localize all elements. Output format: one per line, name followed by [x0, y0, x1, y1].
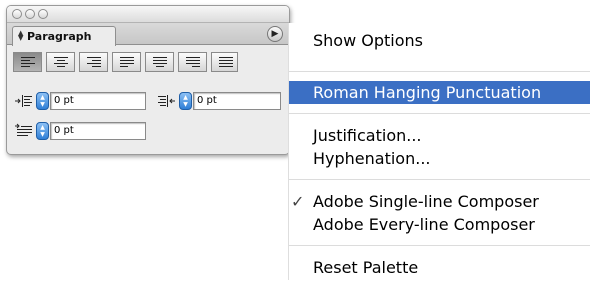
align-right-button[interactable] — [79, 52, 108, 72]
align-right-icon — [87, 57, 101, 67]
paragraph-palette: ▲ ▼ Paragraph ▶ ▲ ▼ 0 pt ▲ ▼ 0 pt ▲ ▼ 0 … — [6, 5, 290, 155]
menu-item-hyphenation[interactable]: Hyphenation... — [289, 147, 590, 170]
tab-paragraph-label: Paragraph — [27, 30, 92, 43]
menu-separator — [289, 245, 590, 246]
right-indent-icon — [158, 95, 175, 107]
justify-all-button[interactable] — [211, 52, 238, 72]
menu-item-reset-palette[interactable]: Reset Palette — [289, 256, 590, 279]
palette-menu-button[interactable]: ▶ — [267, 26, 283, 42]
menu-item-every-line-composer[interactable]: Adobe Every-line Composer — [289, 213, 590, 236]
menu-item-show-options[interactable]: Show Options — [289, 29, 590, 52]
justify-last-right-button[interactable] — [178, 52, 207, 72]
checkmark-icon: ✓ — [291, 192, 305, 211]
menu-item-single-line-composer[interactable]: ✓ Adobe Single-line Composer — [289, 190, 590, 213]
justify-last-center-button[interactable] — [145, 52, 174, 72]
menu-separator — [289, 113, 590, 114]
justify-last-right-icon — [186, 57, 200, 67]
first-line-indent-stepper[interactable]: ▲ ▼ — [36, 122, 49, 140]
menu-item-justification[interactable]: Justification... — [289, 124, 590, 147]
first-line-indent-field[interactable]: 0 pt — [50, 122, 146, 140]
zoom-window-button[interactable] — [38, 9, 48, 19]
justify-last-center-icon — [153, 57, 167, 67]
indent-row-2: ▲ ▼ 0 pt — [15, 121, 155, 141]
align-center-button[interactable] — [46, 52, 75, 72]
right-indent-stepper[interactable]: ▲ ▼ — [179, 92, 192, 110]
menu-separator — [289, 179, 590, 180]
palette-menu-arrow-icon: ▶ — [271, 29, 279, 39]
align-left-button[interactable] — [13, 52, 42, 72]
up-down-arrows-icon: ▲ ▼ — [18, 29, 24, 42]
close-window-button[interactable] — [12, 9, 22, 19]
justify-all-icon — [219, 57, 233, 67]
single-line-composer-label: Adobe Single-line Composer — [313, 192, 539, 211]
justify-last-left-icon — [120, 57, 134, 67]
right-indent-field[interactable]: 0 pt — [193, 92, 281, 110]
justify-last-left-button[interactable] — [112, 52, 141, 72]
left-indent-stepper[interactable]: ▲ ▼ — [36, 92, 49, 110]
tab-paragraph[interactable]: ▲ ▼ Paragraph — [12, 26, 116, 46]
align-left-icon — [21, 57, 35, 67]
indent-row-1: ▲ ▼ 0 pt ▲ ▼ 0 pt — [15, 91, 285, 111]
menu-item-roman-hanging-punctuation[interactable]: Roman Hanging Punctuation — [289, 81, 590, 104]
align-center-icon — [54, 57, 68, 67]
palette-titlebar[interactable] — [7, 6, 289, 23]
minimize-window-button[interactable] — [25, 9, 35, 19]
first-line-indent-icon — [15, 123, 32, 136]
palette-options-menu: Show Options Roman Hanging Punctuation J… — [288, 23, 590, 280]
palette-tab-row: ▲ ▼ Paragraph ▶ — [7, 23, 289, 46]
menu-separator — [289, 71, 590, 72]
left-indent-icon — [15, 95, 32, 107]
left-indent-field[interactable]: 0 pt — [50, 92, 146, 110]
